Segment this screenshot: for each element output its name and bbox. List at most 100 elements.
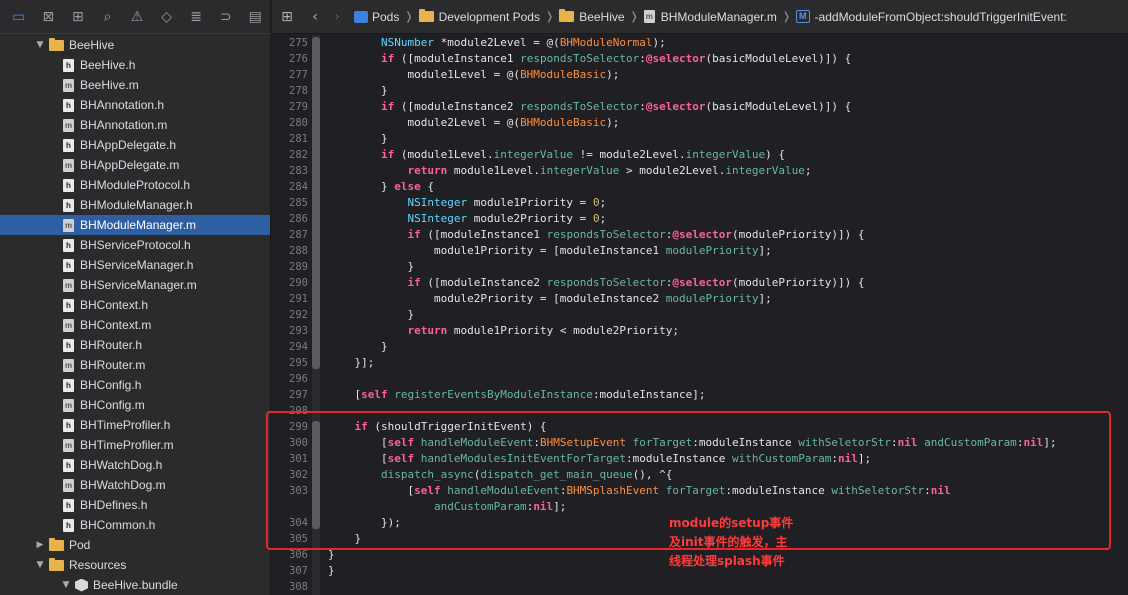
tree-file[interactable]: m BHModuleManager.m xyxy=(0,215,270,235)
code-line[interactable]: 280 module2Level = @(BHModuleBasic); xyxy=(272,115,1128,131)
file-icon: m xyxy=(63,398,74,412)
tree-file[interactable]: h BHModuleProtocol.h xyxy=(0,175,270,195)
tree-file[interactable]: h BHConfig.h xyxy=(0,375,270,395)
tree-file[interactable]: m BHWatchDog.m xyxy=(0,475,270,495)
back-button[interactable]: ‹ xyxy=(304,9,326,25)
source-editor[interactable]: 275 NSNumber *module2Level = @(BHModuleN… xyxy=(272,35,1128,595)
tree-folder[interactable]: ▶ Pod xyxy=(0,535,270,555)
code-line[interactable]: 281 } xyxy=(272,131,1128,147)
tree-file[interactable]: h BHModuleManager.h xyxy=(0,195,270,215)
fold-indicator[interactable] xyxy=(312,421,320,529)
line-number: 286 xyxy=(289,213,308,225)
breadcrumb-beehive[interactable]: BeeHive xyxy=(579,10,624,24)
code-token: (shouldTriggerInitEvent) { xyxy=(367,420,547,433)
code-line[interactable]: 277 module1Level = @(BHModuleBasic); xyxy=(272,67,1128,83)
related-items-icon[interactable]: ⊞ xyxy=(276,9,298,25)
chevron-down-icon[interactable]: ▼ xyxy=(34,560,46,570)
debug-icon[interactable]: ≣ xyxy=(181,0,211,34)
tree-file[interactable]: m BHContext.m xyxy=(0,315,270,335)
code-token: @selector xyxy=(645,52,706,65)
tree-file[interactable]: m BHAppDelegate.m xyxy=(0,155,270,175)
code-token: ) { xyxy=(765,148,786,161)
tree-file[interactable]: h BHRouter.h xyxy=(0,335,270,355)
code-line[interactable]: 286 NSInteger module2Priority = 0; xyxy=(272,211,1128,227)
chevron-right-icon[interactable]: ▶ xyxy=(34,540,46,550)
code-token: modulePriority xyxy=(665,244,759,257)
code-line[interactable]: 297 [self registerEventsByModuleInstance… xyxy=(272,387,1128,403)
code-token: ]; xyxy=(1043,436,1057,449)
code-token: integerValue xyxy=(725,164,805,177)
code-line[interactable]: 292 } xyxy=(272,307,1128,323)
line-number: 287 xyxy=(289,229,308,241)
tree-folder[interactable]: ▼ Resources xyxy=(0,555,270,575)
code-line[interactable]: 283 return module1Level.integerValue > m… xyxy=(272,163,1128,179)
code-line[interactable]: 282 if (module1Level.integerValue != mod… xyxy=(272,147,1128,163)
tree-file[interactable]: h BHServiceProtocol.h xyxy=(0,235,270,255)
code-line[interactable]: 308 xyxy=(272,579,1128,595)
tree-file[interactable]: m BHConfig.m xyxy=(0,395,270,415)
chevron-down-icon[interactable]: ▼ xyxy=(34,40,46,50)
code-line[interactable]: 291 module2Priority = [moduleInstance2 m… xyxy=(272,291,1128,307)
tree-file[interactable]: m BeeHive.m xyxy=(0,75,270,95)
code-line[interactable]: 278 } xyxy=(272,83,1128,99)
code-line[interactable]: 293 return module1Priority < module2Prio… xyxy=(272,323,1128,339)
source-control-icon[interactable]: ⊠ xyxy=(34,0,64,34)
breakpoint-icon[interactable]: ⊃ xyxy=(211,0,241,34)
code-line[interactable]: 300 [self handleModuleEvent:BHMSetupEven… xyxy=(272,435,1128,451)
code-line[interactable]: 294 } xyxy=(272,339,1128,355)
code-line[interactable]: 285 NSInteger module1Priority = 0; xyxy=(272,195,1128,211)
code-token: } xyxy=(328,548,335,561)
code-line[interactable]: 279 if ([moduleInstance2 respondsToSelec… xyxy=(272,99,1128,115)
code-token: (), ^{ xyxy=(632,468,673,481)
forward-button[interactable]: › xyxy=(326,9,348,25)
tree-file[interactable]: h BHWatchDog.h xyxy=(0,455,270,475)
tree-file[interactable]: h BHServiceManager.h xyxy=(0,255,270,275)
code-line[interactable]: 289 } xyxy=(272,259,1128,275)
tree-folder[interactable]: ▼ BeeHive xyxy=(0,35,270,55)
breadcrumb-pods[interactable]: Pods xyxy=(372,10,399,24)
code-line[interactable]: 275 NSNumber *module2Level = @(BHModuleN… xyxy=(272,35,1128,51)
breadcrumb-file[interactable]: BHModuleManager.m xyxy=(661,10,777,24)
breadcrumb-method[interactable]: -addModuleFromObject:shouldTriggerInitEv… xyxy=(815,10,1067,24)
tree-file[interactable]: m BHServiceManager.m xyxy=(0,275,270,295)
tree-file[interactable]: ▼ BeeHive.bundle xyxy=(0,575,270,595)
breadcrumb-development-pods[interactable]: Development Pods xyxy=(439,10,540,24)
file-icon: h xyxy=(63,58,74,72)
code-line[interactable]: 299 if (shouldTriggerInitEvent) { xyxy=(272,419,1128,435)
tree-file[interactable]: h BHCommon.h xyxy=(0,515,270,535)
tree-file[interactable]: m BHTimeProfiler.m xyxy=(0,435,270,455)
report-icon[interactable]: ▤ xyxy=(241,0,271,34)
tree-file[interactable]: m BHAnnotation.m xyxy=(0,115,270,135)
code-line[interactable]: 303 [self handleModuleEvent: BHMSplashEve… xyxy=(272,483,1128,499)
code-token: self xyxy=(414,484,441,497)
code-line[interactable]: andCustomParam:nil]; xyxy=(272,499,1128,515)
tree-file[interactable]: h BHDefines.h xyxy=(0,495,270,515)
tree-file[interactable]: m BHRouter.m xyxy=(0,355,270,375)
test-icon[interactable]: ◇ xyxy=(152,0,182,34)
code-line[interactable]: 284 } else { xyxy=(272,179,1128,195)
code-line[interactable]: 287 if ([moduleInstance1 respondsToSelec… xyxy=(272,227,1128,243)
file-icon: m xyxy=(63,478,74,492)
tree-file[interactable]: h BHTimeProfiler.h xyxy=(0,415,270,435)
code-text: if ([moduleInstance1 respondsToSelector:… xyxy=(328,227,864,243)
code-token: ; xyxy=(804,164,812,177)
code-line[interactable]: 288 module1Priority = [moduleInstance1 m… xyxy=(272,243,1128,259)
code-line[interactable]: 296 xyxy=(272,371,1128,387)
code-line[interactable]: 302 dispatch_async(dispatch_get_main_que… xyxy=(272,467,1128,483)
symbol-navigator-icon[interactable]: ⊞ xyxy=(63,0,93,34)
tree-file[interactable]: h BHAnnotation.h xyxy=(0,95,270,115)
code-line[interactable]: 298 xyxy=(272,403,1128,419)
find-icon[interactable]: ⌕ xyxy=(93,0,123,34)
fold-indicator[interactable] xyxy=(312,37,320,369)
issue-icon[interactable]: ⚠ xyxy=(122,0,152,34)
folder-icon[interactable]: ▭ xyxy=(4,0,34,34)
tree-file[interactable]: h BHContext.h xyxy=(0,295,270,315)
code-line[interactable]: 290 if ([moduleInstance2 respondsToSelec… xyxy=(272,275,1128,291)
code-line[interactable]: 276 if ([moduleInstance1 respondsToSelec… xyxy=(272,51,1128,67)
chevron-down-icon[interactable]: ▼ xyxy=(60,580,72,590)
code-line[interactable]: 295 }]; xyxy=(272,355,1128,371)
tree-file[interactable]: h BeeHive.h xyxy=(0,55,270,75)
tree-file[interactable]: h BHAppDelegate.h xyxy=(0,135,270,155)
code-line[interactable]: 301 [self handleModulesInitEventForTarge… xyxy=(272,451,1128,467)
line-number: 284 xyxy=(289,181,308,193)
